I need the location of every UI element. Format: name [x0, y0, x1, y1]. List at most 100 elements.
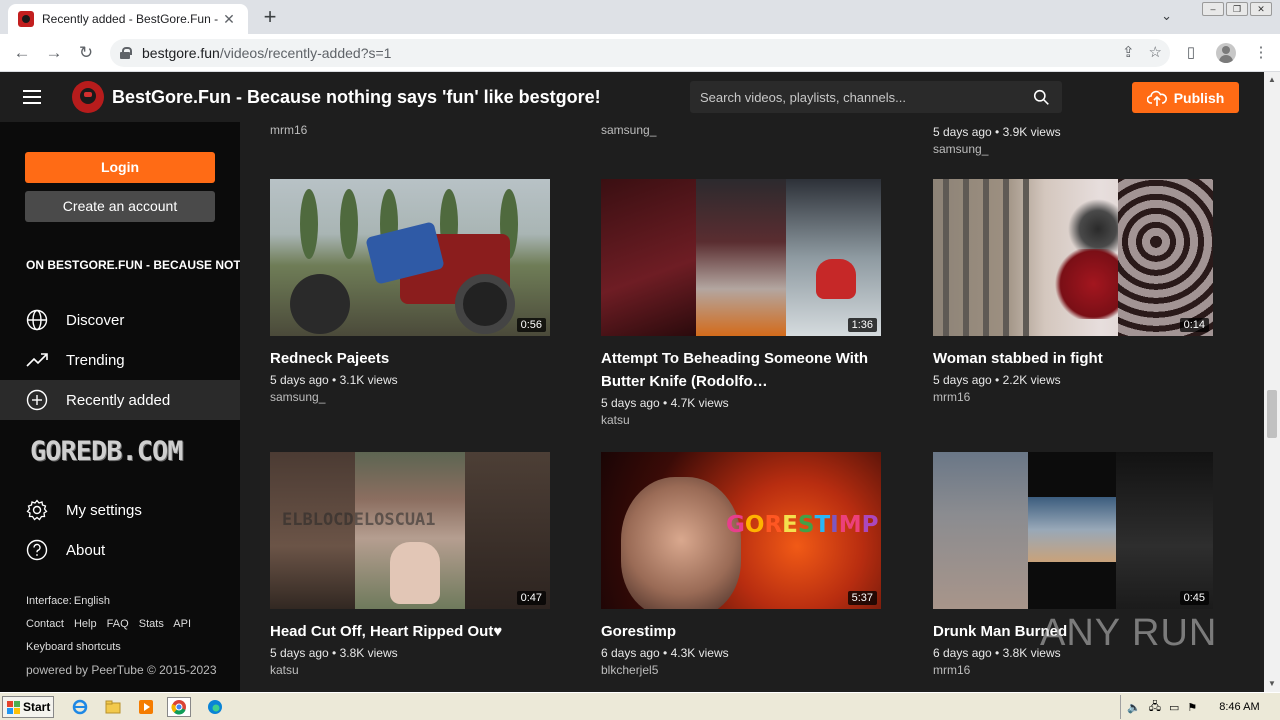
flag-icon[interactable]: ⚑ [1187, 701, 1197, 714]
video-title[interactable]: Attempt To Beheading Someone With Butter… [601, 347, 881, 393]
back-arrow-icon[interactable]: ← [12, 43, 32, 63]
video-duration: 0:56 [516, 318, 546, 332]
video-channel[interactable]: samsung_ [270, 390, 550, 404]
video-card[interactable]: 0:56 Redneck Pajeets 5 days ago • 3.1K v… [270, 179, 550, 404]
more-menu-icon[interactable]: ⋮ [1252, 44, 1270, 62]
bookmark-star-icon[interactable]: ☆ [1149, 43, 1162, 61]
site-header: BestGore.Fun - Because nothing says 'fun… [0, 72, 1264, 122]
footer-link-contact[interactable]: Contact [26, 618, 64, 630]
address-bar[interactable]: bestgore.fun/videos/recently-added?s=1 ⇪… [110, 39, 1170, 67]
video-duration: 0:14 [1179, 318, 1209, 332]
close-window-button[interactable]: ✕ [1250, 2, 1272, 16]
interface-language-link[interactable]: English [74, 595, 110, 607]
video-channel[interactable]: mrm16 [933, 390, 1213, 404]
publish-button[interactable]: Publish [1132, 82, 1239, 113]
reload-icon[interactable]: ↻ [76, 43, 96, 63]
sidebar-footer: Interface: English Contact Help FAQ Stats… [26, 590, 224, 682]
minimize-button[interactable]: – [1202, 2, 1224, 16]
hamburger-menu-icon[interactable] [23, 90, 41, 104]
maximize-button[interactable]: ❐ [1226, 2, 1248, 16]
login-button[interactable]: Login [25, 152, 215, 183]
page-scrollbar[interactable]: ▲ ▼ [1264, 72, 1280, 692]
footer-link-faq[interactable]: FAQ [107, 618, 129, 630]
video-title[interactable]: Woman stabbed in fight [933, 347, 1213, 370]
goredb-banner[interactable]: GOREDB.COM [30, 436, 184, 467]
media-player-icon[interactable] [134, 697, 158, 717]
footer-link-stats[interactable]: Stats [139, 618, 164, 630]
create-account-button[interactable]: Create an account [25, 191, 215, 222]
powered-by-link[interactable]: powered by PeerTube © 2015-2023 [26, 663, 217, 677]
browser-tabstrip: Recently added - BestGore.Fun - Be ✕ + ⌄… [0, 0, 1280, 34]
browser-toolbar: ← → ↻ bestgore.fun/videos/recently-added… [0, 34, 1280, 72]
start-button[interactable]: Start [2, 696, 54, 718]
profile-avatar-icon[interactable] [1216, 43, 1236, 63]
video-duration: 0:45 [1179, 591, 1209, 605]
video-card[interactable]: 1:36 Attempt To Beheading Someone With B… [601, 179, 881, 427]
video-channel[interactable]: mrm16 [933, 663, 1213, 677]
display-icon[interactable]: ▭ [1169, 701, 1179, 714]
forward-arrow-icon[interactable]: → [44, 43, 64, 63]
side-panel-icon[interactable]: ▯ [1182, 44, 1200, 62]
video-channel[interactable]: samsung_ [601, 123, 656, 137]
url-text[interactable]: bestgore.fun/videos/recently-added?s=1 [142, 45, 391, 61]
new-tab-button[interactable]: + [258, 6, 282, 28]
video-thumbnail[interactable]: 0:14 [933, 179, 1213, 336]
os-taskbar: Start 🔈 🖧 ▭ ⚑ 8:46 AM [0, 692, 1280, 720]
video-channel[interactable]: blkcherjel5 [601, 663, 881, 677]
sidebar-item-settings[interactable]: My settings [0, 490, 240, 530]
keyboard-shortcuts-link[interactable]: Keyboard shortcuts [26, 641, 121, 653]
footer-link-help[interactable]: Help [74, 618, 97, 630]
browser-tab[interactable]: Recently added - BestGore.Fun - Be ✕ [8, 4, 248, 34]
video-thumbnail[interactable]: 1:36 [601, 179, 881, 336]
video-channel[interactable]: samsung_ [933, 142, 1061, 156]
chrome-icon[interactable] [167, 697, 191, 717]
anyrun-watermark: ANY RUN [1040, 612, 1217, 655]
video-title[interactable]: Gorestimp [601, 620, 881, 643]
volume-icon[interactable]: 🔈 [1127, 701, 1141, 714]
trending-icon [26, 349, 48, 371]
publish-label: Publish [1173, 89, 1225, 106]
sidebar-item-label: About [66, 541, 106, 559]
sidebar-item-discover[interactable]: Discover [0, 300, 240, 340]
video-channel[interactable]: katsu [270, 663, 550, 677]
scrollbar-thumb[interactable] [1267, 390, 1277, 438]
video-meta: 5 days ago • 3.9K views [933, 125, 1061, 139]
tab-title: Recently added - BestGore.Fun - Be [42, 12, 220, 26]
video-title[interactable]: Redneck Pajeets [270, 347, 550, 370]
sidebar-item-trending[interactable]: Trending [0, 340, 240, 380]
site-logo[interactable] [72, 81, 104, 113]
sidebar-item-about[interactable]: About [0, 530, 240, 570]
video-thumbnail[interactable]: 0:45 [933, 452, 1213, 609]
ie-icon[interactable] [68, 697, 92, 717]
video-duration: 5:37 [847, 591, 877, 605]
gear-icon [26, 499, 48, 521]
video-thumbnail[interactable]: ELBLOCDELOSCUA1 0:47 [270, 452, 550, 609]
video-card[interactable]: ELBLOCDELOSCUA1 0:47 Head Cut Off, Heart… [270, 452, 550, 677]
video-card[interactable]: GORESTIMP 5:37 Gorestimp 6 days ago • 4.… [601, 452, 881, 677]
system-tray: 🔈 🖧 ▭ ⚑ 8:46 AM [1120, 695, 1280, 719]
footer-link-api[interactable]: API [173, 618, 191, 630]
video-channel[interactable]: mrm16 [270, 123, 307, 137]
site-favicon-icon [18, 11, 34, 27]
clock[interactable]: 8:46 AM [1219, 701, 1259, 713]
search-input[interactable] [700, 81, 1020, 113]
network-icon[interactable]: 🖧 [1149, 698, 1161, 717]
scroll-down-arrow-icon[interactable]: ▼ [1264, 676, 1280, 692]
share-icon[interactable]: ⇪ [1122, 43, 1135, 61]
video-thumbnail[interactable]: 0:56 [270, 179, 550, 336]
tab-close-icon[interactable]: ✕ [220, 11, 238, 28]
scroll-up-arrow-icon[interactable]: ▲ [1264, 72, 1280, 88]
video-card[interactable]: 0:14 Woman stabbed in fight 5 days ago •… [933, 179, 1213, 404]
video-thumbnail[interactable]: GORESTIMP 5:37 [601, 452, 881, 609]
video-grid: mrm16 samsung_ 5 days ago • 3.9K views s… [240, 122, 1264, 692]
sidebar-item-recently-added[interactable]: Recently added [0, 380, 240, 420]
lock-icon[interactable] [120, 47, 132, 59]
edge-icon[interactable] [203, 697, 227, 717]
partial-card: 5 days ago • 3.9K views samsung_ [933, 125, 1061, 156]
tab-search-chevron-icon[interactable]: ⌄ [1161, 8, 1172, 24]
search-icon[interactable] [1033, 89, 1050, 106]
video-title[interactable]: Head Cut Off, Heart Ripped Out♥ [270, 620, 550, 643]
video-channel[interactable]: katsu [601, 413, 881, 427]
folder-icon[interactable] [101, 697, 125, 717]
site-title[interactable]: BestGore.Fun - Because nothing says 'fun… [112, 87, 601, 108]
